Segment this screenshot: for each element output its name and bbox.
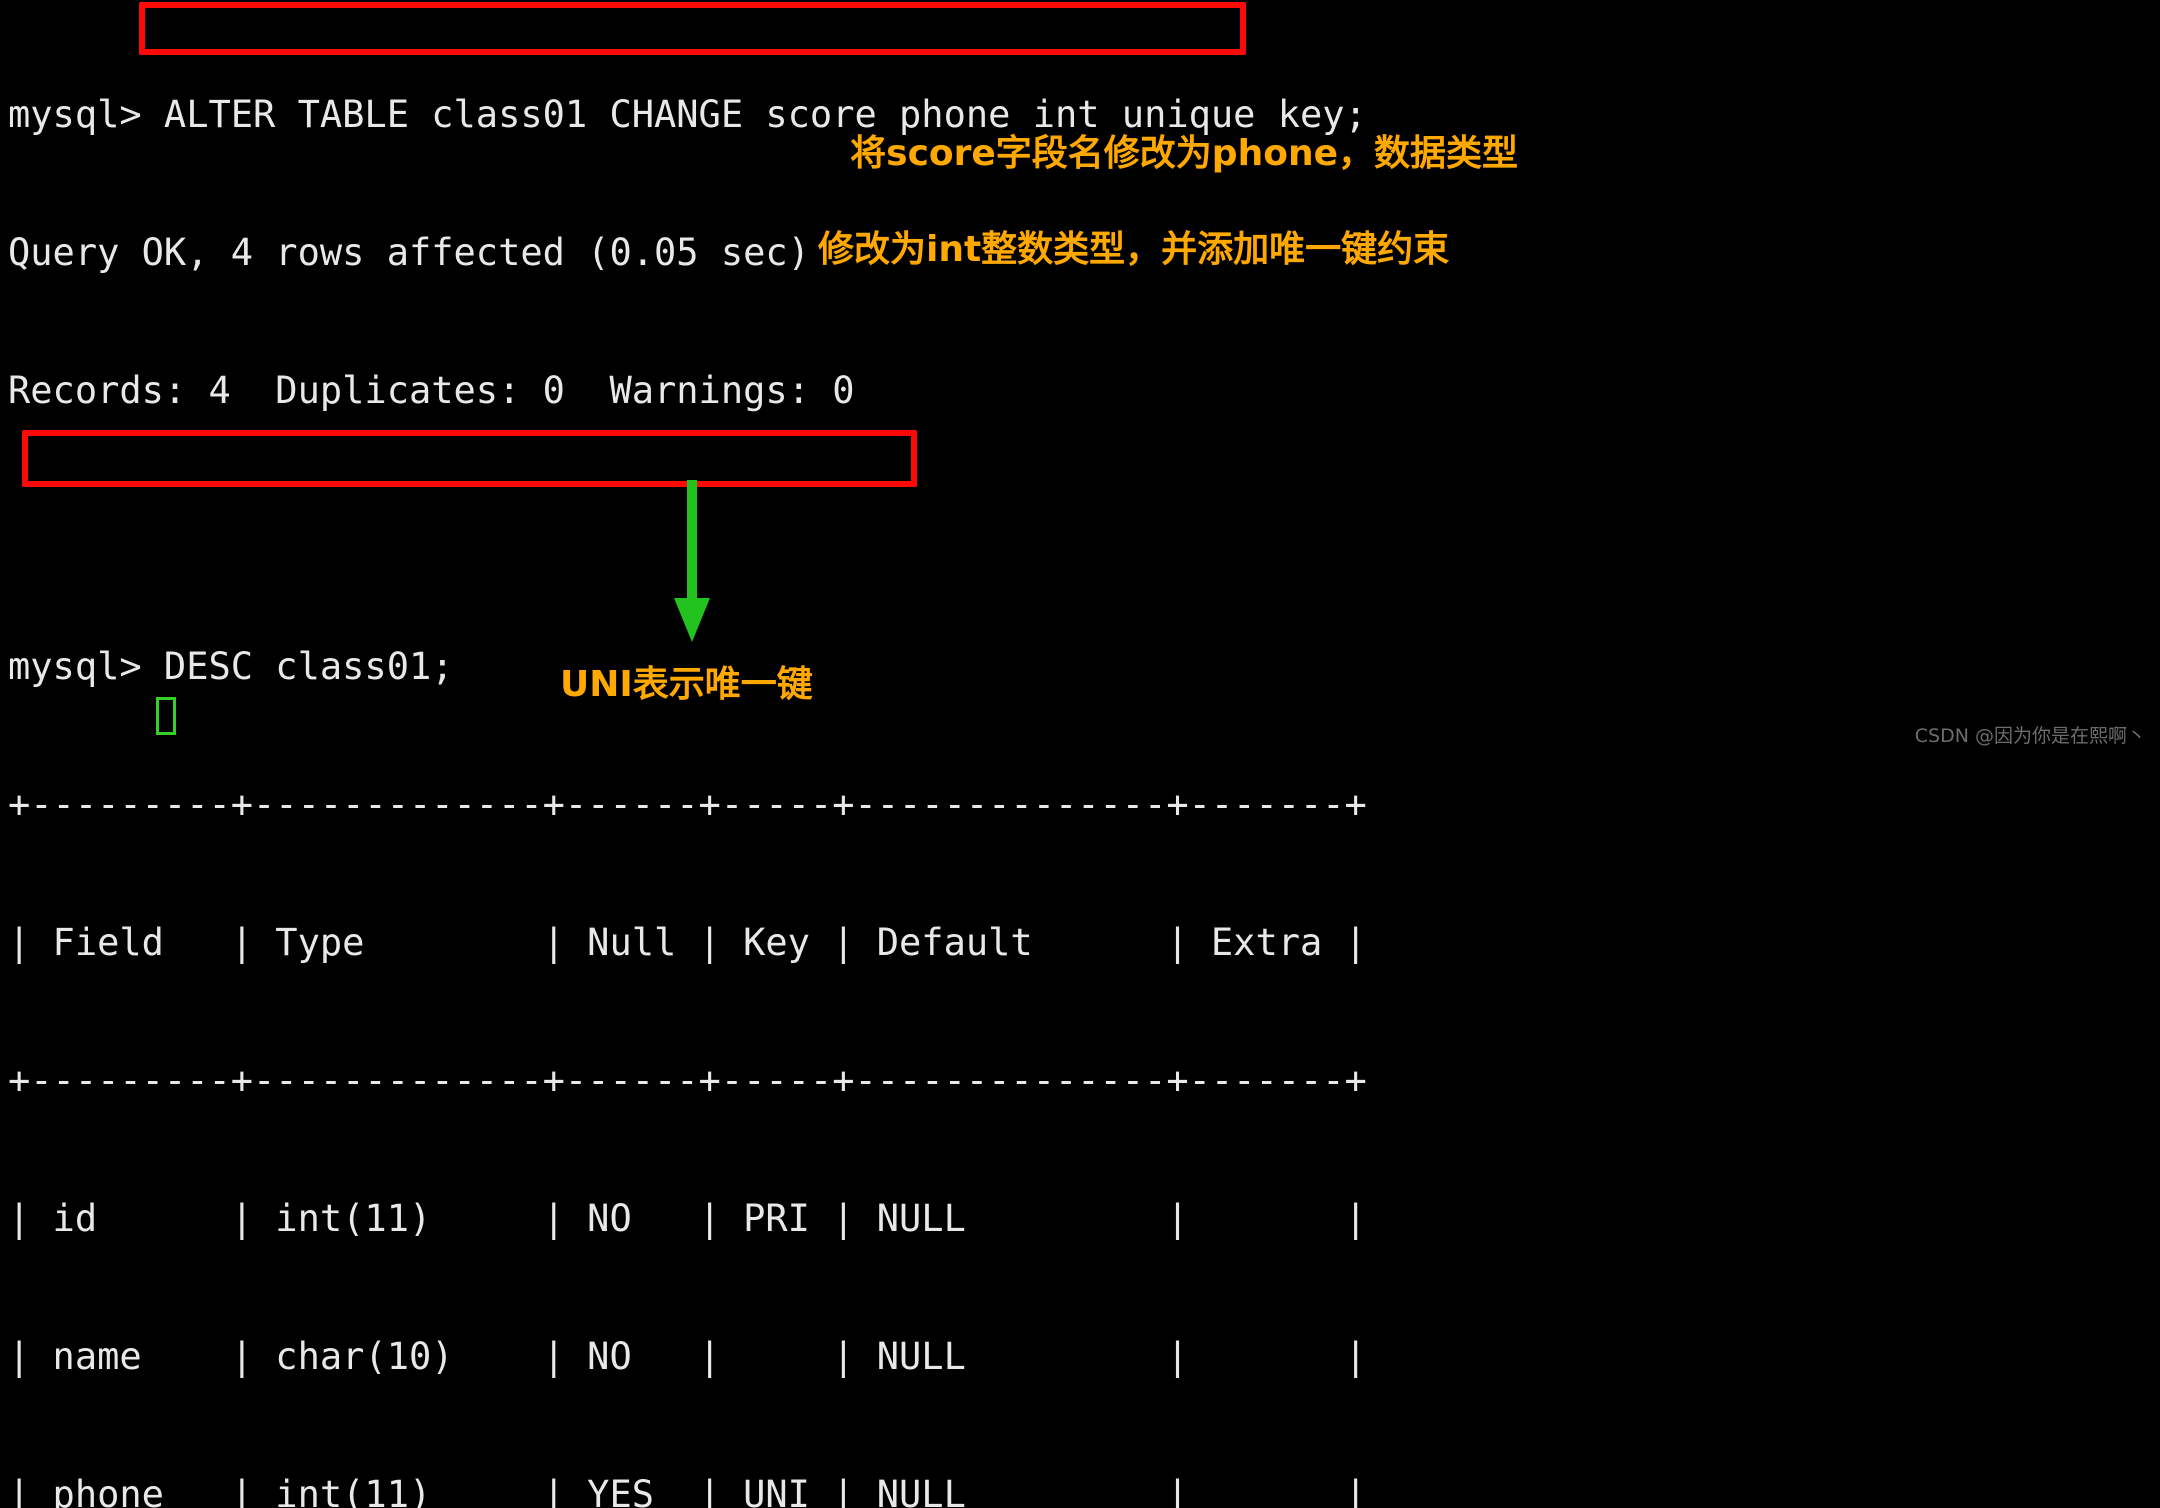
highlight-box-phone-row [22,430,917,487]
table-row: | phone | int(11) | YES | UNI | NULL | | [8,1473,1367,1508]
table-border-header: +---------+-------------+------+-----+--… [8,1059,1367,1102]
table-header-row: | Field | Type | Null | Key | Default | … [8,921,1367,964]
annotation-top-line-2: 修改为int整数类型，并添加唯一键约束 [818,229,1450,270]
watermark: CSDN @因为你是在熙啊丶 [1914,725,2146,747]
terminal-screen: mysql> ALTER TABLE class01 CHANGE score … [0,0,2160,1508]
table-row: | name | char(10) | NO | | NULL | | [8,1335,1367,1378]
terminal-cursor [156,697,176,735]
table-row: | id | int(11) | NO | PRI | NULL | | [8,1197,1367,1240]
annotation-top: 将score字段名修改为phone，数据类型 修改为int整数类型，并添加唯一键… [800,82,1518,370]
terminal-line-records: Records: 4 Duplicates: 0 Warnings: 0 [8,369,855,412]
annotation-top-line-1: 将score字段名修改为phone，数据类型 [850,133,1518,174]
green-arrow-icon [674,480,710,642]
table-border-top: +---------+-------------+------+-----+--… [8,783,1367,826]
annotation-bottom: UNI表示唯一键 [560,664,813,705]
highlight-box-alter-command [139,2,1246,55]
